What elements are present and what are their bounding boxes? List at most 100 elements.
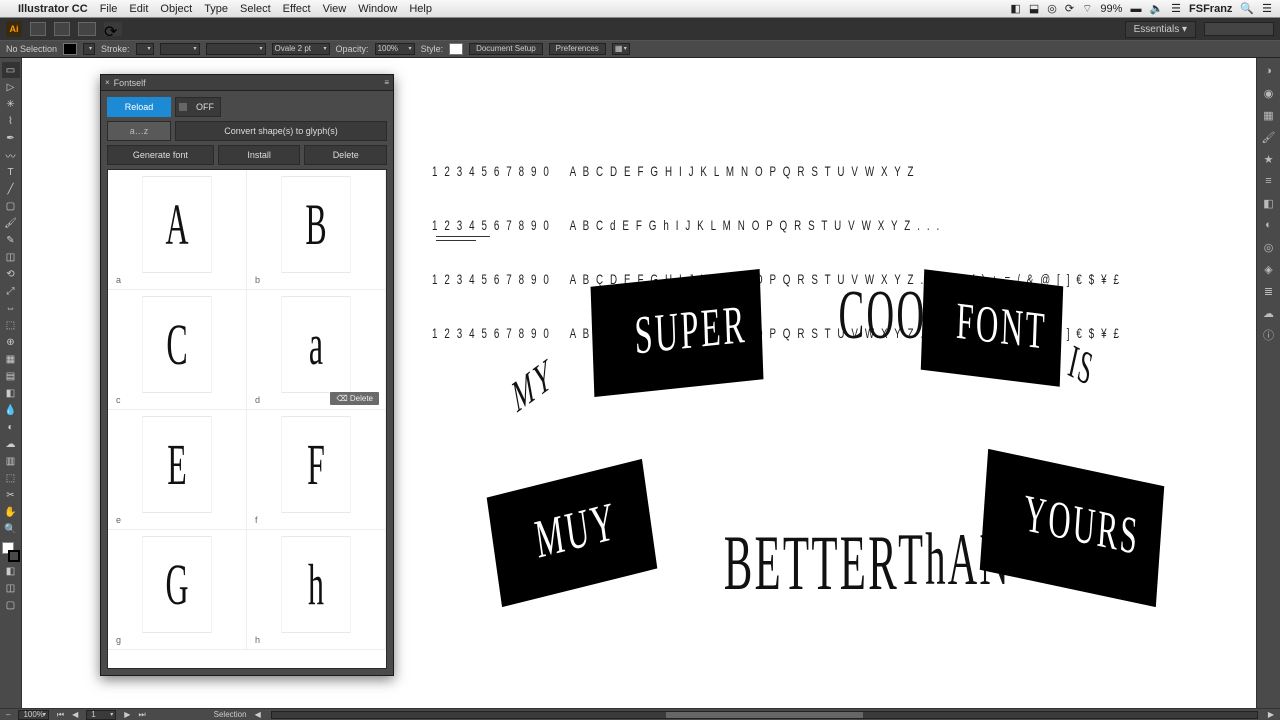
volume-icon[interactable]: 🔈 [1149, 2, 1163, 15]
quicktime-icon[interactable]: ◧ [1010, 2, 1020, 15]
glyph-cell[interactable]: Aa [108, 170, 247, 290]
mesh-tool-icon[interactable]: ▤ [2, 368, 20, 384]
sync-icon[interactable]: ⟳ [1065, 2, 1074, 15]
battery-icon[interactable]: ▬ [1130, 3, 1141, 15]
graphic-style-swatch[interactable] [449, 43, 463, 55]
arrange-docs-icon[interactable] [54, 22, 70, 36]
first-artboard-icon[interactable]: ⏮ [57, 710, 64, 720]
glyph-cell[interactable]: Bb [247, 170, 386, 290]
delete-button[interactable]: Delete [304, 145, 387, 165]
slice-tool-icon[interactable]: ✂ [2, 487, 20, 503]
stroke-profile[interactable] [206, 43, 266, 55]
color-guide-panel-icon[interactable]: ◉ [1260, 84, 1278, 102]
hscroll-right-icon[interactable]: ▶ [1268, 710, 1274, 719]
last-artboard-icon[interactable]: ⏭ [138, 710, 145, 720]
eraser-tool-icon[interactable]: ◫ [2, 249, 20, 265]
brushes-panel-icon[interactable]: 🖌 [1260, 128, 1278, 146]
column-graph-tool-icon[interactable]: ▥ [2, 453, 20, 469]
zoom-field[interactable]: 100% [18, 710, 48, 720]
stroke-weight[interactable] [160, 43, 200, 55]
rotate-tool-icon[interactable]: ⟲ [2, 266, 20, 282]
toggle-off-button[interactable]: OFF [175, 97, 221, 117]
zoom-tool-icon[interactable]: 🔍 [2, 521, 20, 537]
control-center-icon[interactable]: ☰ [1262, 2, 1272, 15]
workspace-switcher[interactable]: Essentials ▾ [1125, 21, 1196, 38]
lasso-tool-icon[interactable]: ⌇ [2, 113, 20, 129]
range-field[interactable]: a…z [107, 121, 171, 141]
glyph-cell[interactable]: Ee [108, 410, 247, 530]
preferences-button[interactable]: Preferences [549, 43, 606, 55]
inbox-icon[interactable]: ☰ [1171, 2, 1181, 15]
color-mode-icon[interactable]: ◧ [2, 563, 20, 579]
scale-tool-icon[interactable]: ⤢ [2, 283, 20, 299]
user-label[interactable]: FSFranz [1189, 3, 1232, 15]
glyph-grid-scroll[interactable]: AaBbCcad⌫ DeleteEeFfGghh [107, 169, 387, 669]
extensions-icon[interactable] [78, 22, 96, 36]
brush-definition[interactable]: Ovale 2 pt [272, 43, 330, 55]
curvature-tool-icon[interactable]: 〰 [2, 147, 20, 163]
gradient-tool-icon[interactable]: ◧ [2, 385, 20, 401]
convert-shapes-button[interactable]: Convert shape(s) to glyph(s) [175, 121, 387, 141]
glyph-cell[interactable]: ad⌫ Delete [247, 290, 386, 410]
artboard-nav-field[interactable]: 1 [86, 710, 116, 720]
stroke-swatch[interactable] [136, 43, 154, 55]
fontself-panel[interactable]: × Fontself ≡ Reload OFF a…z Convert shap… [100, 74, 394, 676]
blend-tool-icon[interactable]: ◐ [2, 419, 20, 435]
pencil-tool-icon[interactable]: ✎ [2, 232, 20, 248]
horizontal-scrollbar[interactable] [271, 711, 1258, 719]
opacity-field[interactable]: 100% [375, 43, 415, 55]
eyedropper-tool-icon[interactable]: 💧 [2, 402, 20, 418]
type-tool-icon[interactable]: T [2, 164, 20, 180]
prev-artboard-icon[interactable]: ◀ [72, 710, 78, 719]
menu-file[interactable]: File [100, 3, 118, 15]
transparency-panel-icon[interactable]: ◐ [1260, 216, 1278, 234]
glyph-delete-button[interactable]: ⌫ Delete [330, 392, 379, 405]
free-transform-tool-icon[interactable]: ⬚ [2, 317, 20, 333]
menu-help[interactable]: Help [409, 3, 432, 15]
graphic-styles-panel-icon[interactable]: ◈ [1260, 260, 1278, 278]
fontself-panel-header[interactable]: × Fontself ≡ [101, 75, 393, 91]
menu-object[interactable]: Object [160, 3, 192, 15]
glyph-cell[interactable]: Gg [108, 530, 247, 650]
menu-effect[interactable]: Effect [283, 3, 311, 15]
generate-font-button[interactable]: Generate font [107, 145, 214, 165]
width-tool-icon[interactable]: ⇔ [2, 300, 20, 316]
document-setup-button[interactable]: Document Setup [469, 43, 543, 55]
spotlight-icon[interactable]: 🔍 [1240, 2, 1254, 15]
hand-tool-icon[interactable]: ✋ [2, 504, 20, 520]
symbol-sprayer-tool-icon[interactable]: ☁ [2, 436, 20, 452]
menu-edit[interactable]: Edit [129, 3, 148, 15]
menu-type[interactable]: Type [204, 3, 228, 15]
fill-stroke-indicator[interactable] [2, 542, 20, 562]
close-icon[interactable]: × [105, 78, 110, 87]
glyph-cell[interactable]: Ff [247, 410, 386, 530]
glyph-cell[interactable]: Cc [108, 290, 247, 410]
paintbrush-tool-icon[interactable]: 🖌 [2, 215, 20, 231]
menu-view[interactable]: View [323, 3, 347, 15]
info-panel-icon[interactable]: ⓘ [1260, 326, 1278, 344]
reload-button[interactable]: Reload [107, 97, 171, 117]
rectangle-tool-icon[interactable]: ▢ [2, 198, 20, 214]
hscroll-left-icon[interactable]: ◀ [255, 710, 261, 719]
screen-mode-icon[interactable]: ▢ [2, 597, 20, 613]
panel-menu-icon[interactable]: ≡ [384, 78, 389, 87]
search-input[interactable] [1204, 22, 1274, 36]
appearance-panel-icon[interactable]: ◎ [1260, 238, 1278, 256]
bridge-icon[interactable] [30, 22, 46, 36]
adobe-cc-icon[interactable]: ◎ [1047, 2, 1057, 15]
artboard-tool-icon[interactable]: ⬚ [2, 470, 20, 486]
align-dropdown[interactable]: ▦ [612, 43, 630, 55]
menu-window[interactable]: Window [358, 3, 397, 15]
fill-dropdown[interactable] [83, 43, 95, 55]
menu-select[interactable]: Select [240, 3, 271, 15]
app-menu[interactable]: Illustrator CC [18, 3, 88, 15]
gpu-icon[interactable]: ⟳ [104, 22, 122, 36]
stroke-panel-icon[interactable]: ≡ [1260, 172, 1278, 190]
zoom-out-icon[interactable]: – [6, 710, 10, 719]
symbols-panel-icon[interactable]: ★ [1260, 150, 1278, 168]
layers-panel-icon[interactable]: ≣ [1260, 282, 1278, 300]
install-button[interactable]: Install [218, 145, 301, 165]
line-tool-icon[interactable]: ╱ [2, 181, 20, 197]
next-artboard-icon[interactable]: ▶ [124, 710, 130, 719]
dropbox-icon[interactable]: ⬓ [1029, 2, 1039, 15]
